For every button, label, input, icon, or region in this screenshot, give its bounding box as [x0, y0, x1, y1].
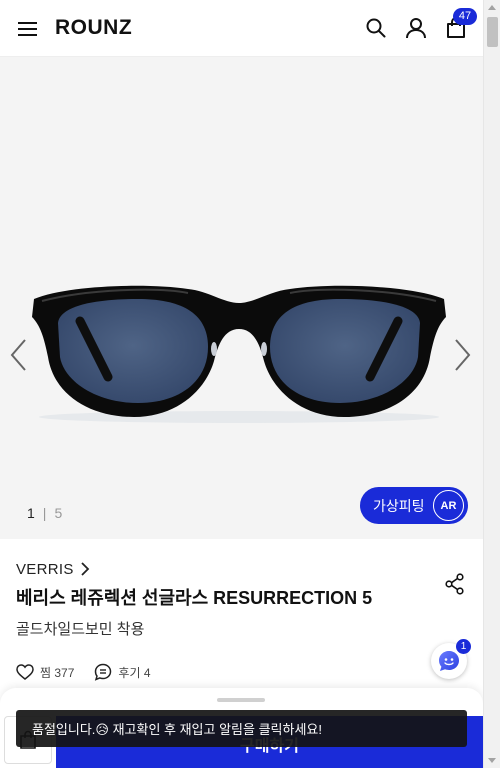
virtual-fitting-label: 가상피팅 [373, 497, 425, 514]
brand-link[interactable]: VERRIS [16, 556, 467, 582]
prev-image-arrow-icon[interactable] [9, 338, 29, 372]
ar-icon: AR [433, 490, 464, 521]
pager-current: 1 [27, 505, 35, 521]
hamburger-icon[interactable] [18, 20, 39, 36]
product-image-gallery[interactable]: 1 | 5 가상피팅 AR [0, 57, 483, 539]
product-title: 베리스 레쥬렉션 선글라스 RESURRECTION 5 [16, 588, 373, 608]
cart-button[interactable]: 47 [445, 8, 477, 39]
next-image-arrow-icon[interactable] [452, 338, 472, 372]
pager-total: 5 [54, 505, 63, 521]
pager-divider: | [42, 505, 47, 521]
product-page: ROUNZ 47 1 | 5 가상피팅 AR VERRIS 베리스 레쥬렉션 선… [0, 0, 483, 768]
image-pager: 1 | 5 [27, 505, 62, 521]
share-icon[interactable] [445, 573, 465, 595]
search-icon[interactable] [365, 17, 387, 39]
review-count: 후기 4 [118, 665, 151, 680]
product-image-sunglasses [32, 285, 446, 423]
review-button[interactable]: 후기 4 [94, 663, 151, 681]
sold-out-toast: 품절입니다.😥 재고확인 후 재입고 알림을 클릭하세요! [16, 710, 467, 747]
header-actions: 47 [365, 8, 477, 39]
like-count: 찜 377 [40, 665, 75, 680]
product-color-note: 골드차일드보민 착용 [16, 621, 145, 638]
user-icon[interactable] [405, 17, 427, 39]
cart-count-badge: 47 [453, 8, 477, 25]
scroll-thumb[interactable] [487, 17, 498, 47]
product-stats: 찜 377 후기 4 [16, 663, 467, 681]
sheet-handle[interactable] [217, 698, 265, 702]
heart-icon [16, 664, 34, 680]
scroll-down-arrow-icon[interactable] [488, 758, 496, 763]
virtual-fitting-button[interactable]: 가상피팅 AR [360, 487, 468, 524]
chevron-right-icon [81, 562, 89, 576]
like-button[interactable]: 찜 377 [16, 664, 74, 681]
scroll-up-arrow-icon[interactable] [488, 5, 496, 10]
product-info: VERRIS 베리스 레쥬렉션 선글라스 RESURRECTION 5 골드차일… [0, 556, 483, 681]
chatbot-icon [439, 651, 459, 671]
chatbot-badge: 1 [456, 639, 471, 654]
brand-name: VERRIS [16, 560, 74, 578]
logo[interactable]: ROUNZ [55, 16, 132, 40]
top-header: ROUNZ 47 [0, 0, 483, 57]
chat-icon [95, 663, 112, 681]
vertical-scrollbar[interactable] [483, 0, 500, 768]
chatbot-button[interactable]: 1 [431, 639, 471, 679]
